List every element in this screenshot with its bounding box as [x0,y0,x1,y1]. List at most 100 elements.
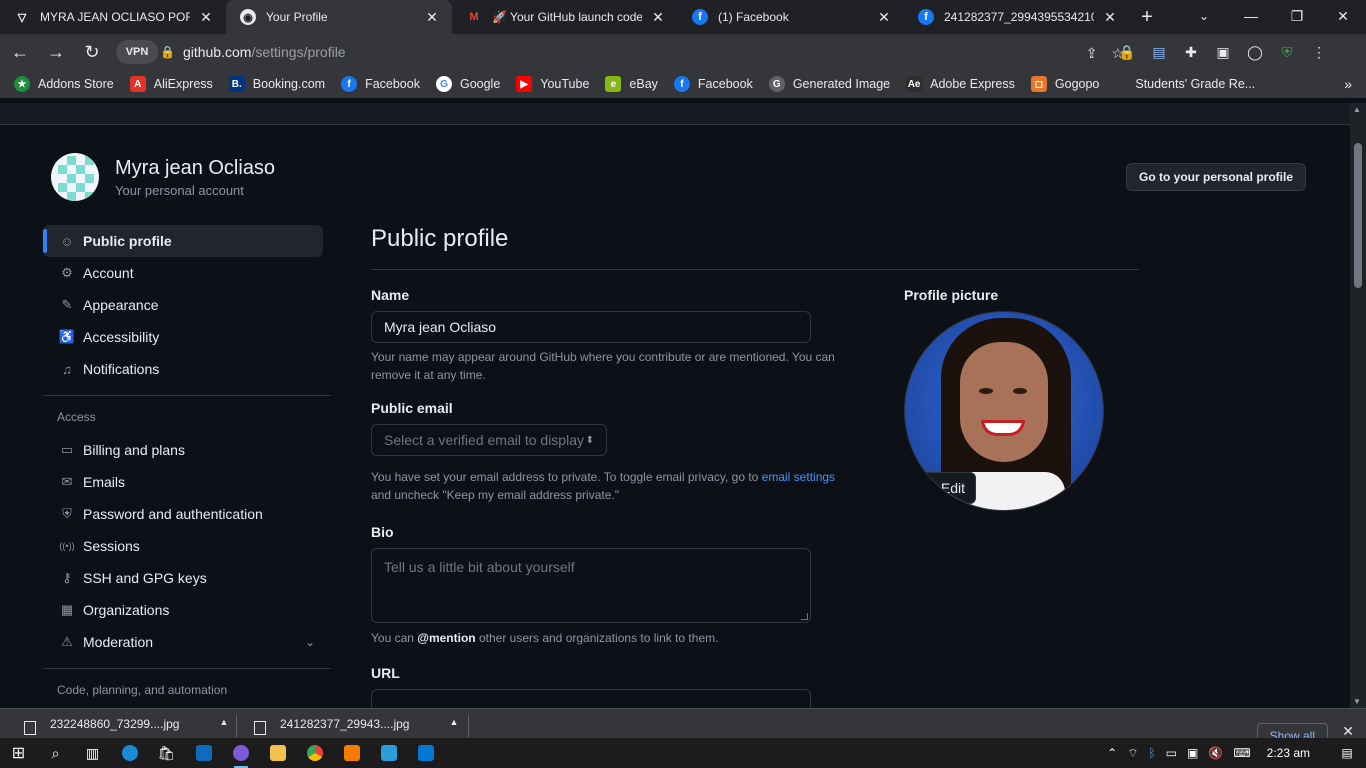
close-icon[interactable]: ✕ [424,9,440,26]
bookmark-generated-image[interactable]: G Generated Image [768,76,890,92]
close-icon[interactable]: ✕ [876,9,892,26]
scroll-up-icon[interactable]: ▲ [1353,105,1361,114]
go-to-profile-button[interactable]: Go to your personal profile [1126,163,1307,191]
tab-gmail[interactable]: M 🚀 Your GitHub launch code ✕ [452,0,678,34]
sidebar-item-accessibility[interactable]: ♿ Accessibility [43,321,331,353]
forward-button[interactable]: → [40,36,72,68]
restore-button[interactable]: ❐ [1274,0,1320,32]
sidebar-item-notifications[interactable]: ♫ Notifications [43,353,331,385]
notifications-icon[interactable]: ▤ [1332,746,1362,760]
browser-tab-strip: ▽ MYRA JEAN OCLIASO PORTF ✕ ◉ Your Profi… [0,0,1366,34]
bookmark-addons-store[interactable]: ★ Addons Store [14,76,114,92]
profile-icon[interactable]: ◯ [1244,41,1266,63]
bookmark-facebook[interactable]: f Facebook [341,76,420,92]
vscode-icon[interactable] [407,738,444,768]
password-manager-icon[interactable]: 🔒 [1116,41,1138,63]
public-email-placeholder: Select a verified email to display [384,432,584,448]
minimize-button[interactable]: — [1228,0,1274,32]
email-settings-link[interactable]: email settings [762,470,835,484]
sidebar-item-organizations[interactable]: ▦ Organizations [43,594,331,626]
bookmark-facebook-2[interactable]: f Facebook [673,76,753,92]
shield-check-icon[interactable]: ⛨ [1276,41,1298,63]
close-window-button[interactable]: ✕ [1320,0,1366,32]
sidebar-item-ssh-keys[interactable]: ⚷ SSH and GPG keys [43,562,331,594]
bio-textarea[interactable]: Tell us a little bit about yourself [371,548,811,623]
address-bar[interactable]: 🔒 github.com/settings/profile ⇪ ☆ [152,38,1132,66]
sidebar-item-label: Notifications [83,361,160,377]
menu-dots-icon[interactable]: ⋮ [1308,41,1330,63]
wifi-icon[interactable]: ⌔ [1127,746,1138,761]
bookmark-gogopo[interactable]: ◻ Gogopo [1030,76,1099,92]
tab-title: (1) Facebook [718,10,789,24]
tab-search-icon[interactable]: ⌄ [1192,0,1216,32]
close-icon[interactable]: ✕ [650,9,666,26]
bookmark-youtube[interactable]: ▶ YouTube [516,76,589,92]
tab-your-profile[interactable]: ◉ Your Profile ✕ [226,0,452,34]
close-icon[interactable]: ✕ [198,9,214,26]
back-button[interactable]: ← [4,36,36,68]
sidebar-item-sessions[interactable]: ((•)) Sessions [43,530,331,562]
file-explorer-icon[interactable] [259,738,296,768]
bookmark-aliexpress[interactable]: A AliExpress [129,76,213,92]
bookmark-adobe-express[interactable]: Ae Adobe Express [906,76,1015,92]
new-tab-button[interactable]: + [1130,0,1164,34]
facebook-icon: f [341,76,358,92]
show-all-downloads-button[interactable]: Show all [1256,723,1328,738]
download-item[interactable]: 241282377_29943....jpg ▲ [254,717,458,738]
sidebar-item-moderation[interactable]: ⚠ Moderation ⌄ [43,626,331,658]
edge-icon[interactable] [111,738,148,768]
puzzle-icon[interactable]: ✚ [1180,41,1202,63]
tab-portfolio[interactable]: ▽ MYRA JEAN OCLIASO PORTF ✕ [0,0,226,34]
share-icon[interactable]: ⇪ [1086,45,1098,62]
sidebar-item-account[interactable]: ⚙ Account [43,257,331,289]
sidebar-item-appearance[interactable]: ✎ Appearance [43,289,331,321]
name-field[interactable]: Myra jean Ocliaso [371,311,811,343]
lock-icon[interactable]: 🔒 [160,45,175,59]
reload-button[interactable]: ↻ [76,36,108,68]
bluetooth-icon[interactable]: ᛒ [1148,746,1155,760]
public-email-select[interactable]: Select a verified email to display ⬍ [371,424,607,456]
tab-facebook[interactable]: f (1) Facebook ✕ [678,0,904,34]
bookmark-google[interactable]: G Google [435,76,500,92]
tab-facebook-image[interactable]: f 241282377_29943955342108 ✕ [904,0,1130,34]
scroll-down-icon[interactable]: ▼ [1353,697,1361,706]
chevron-up-icon[interactable]: ▲ [219,717,228,727]
chevron-up-icon[interactable]: ▲ [449,717,458,727]
network-icon[interactable]: ▣ [1187,746,1198,760]
brave-browser-icon[interactable] [222,738,259,768]
clock[interactable]: 2:23 am [1267,746,1310,760]
windows-start-icon[interactable]: ⊞ [0,738,37,768]
account-name[interactable]: Myra jean Ocliaso [115,157,275,180]
xampp-icon[interactable] [333,738,370,768]
download-item[interactable]: 232248860_73299....jpg ▲ [24,717,228,738]
url-field[interactable] [371,689,811,708]
sidebar-item-public-profile[interactable]: ☺ Public profile [43,225,323,257]
app-icon[interactable] [370,738,407,768]
sidebar-item-label: Password and authentication [83,506,263,522]
sidebar-item-billing[interactable]: ▭ Billing and plans [43,434,331,466]
mail-icon[interactable] [185,738,222,768]
sidebar-item-password[interactable]: ⛨ Password and authentication [43,498,331,530]
docs-extension-icon[interactable]: ▤ [1148,41,1170,63]
close-icon[interactable]: ✕ [1342,723,1354,738]
chevron-up-icon[interactable]: ⌃ [1107,746,1117,760]
scrollbar-thumb[interactable] [1354,143,1362,288]
task-view-icon[interactable]: ▥ [74,738,111,768]
bookmark-students-grade[interactable]: Students' Grade Re... [1135,77,1255,91]
bookmark-booking[interactable]: B. Booking.com [228,76,325,92]
close-icon[interactable]: ✕ [1102,9,1118,26]
side-panel-icon[interactable]: ▣ [1212,41,1234,63]
bookmark-ebay[interactable]: e eBay [605,76,658,92]
chrome-icon[interactable] [296,738,333,768]
keyboard-icon[interactable]: ⌨ [1233,746,1250,760]
volume-muted-icon[interactable]: 🔇 [1208,746,1223,760]
sidebar-item-emails[interactable]: ✉ Emails [43,466,331,498]
search-icon[interactable]: ⌕ [37,738,74,768]
avatar[interactable] [51,153,99,201]
battery-icon[interactable]: ▭ [1166,746,1177,760]
edit-picture-button[interactable]: ✎ Edit [913,472,977,504]
page-scrollbar[interactable]: ▲ ▼ [1350,103,1366,708]
chevron-down-icon[interactable]: ⌄ [305,635,315,649]
store-icon[interactable]: 🛍 [148,738,185,768]
chevron-right-double-icon[interactable]: » [1344,76,1352,92]
